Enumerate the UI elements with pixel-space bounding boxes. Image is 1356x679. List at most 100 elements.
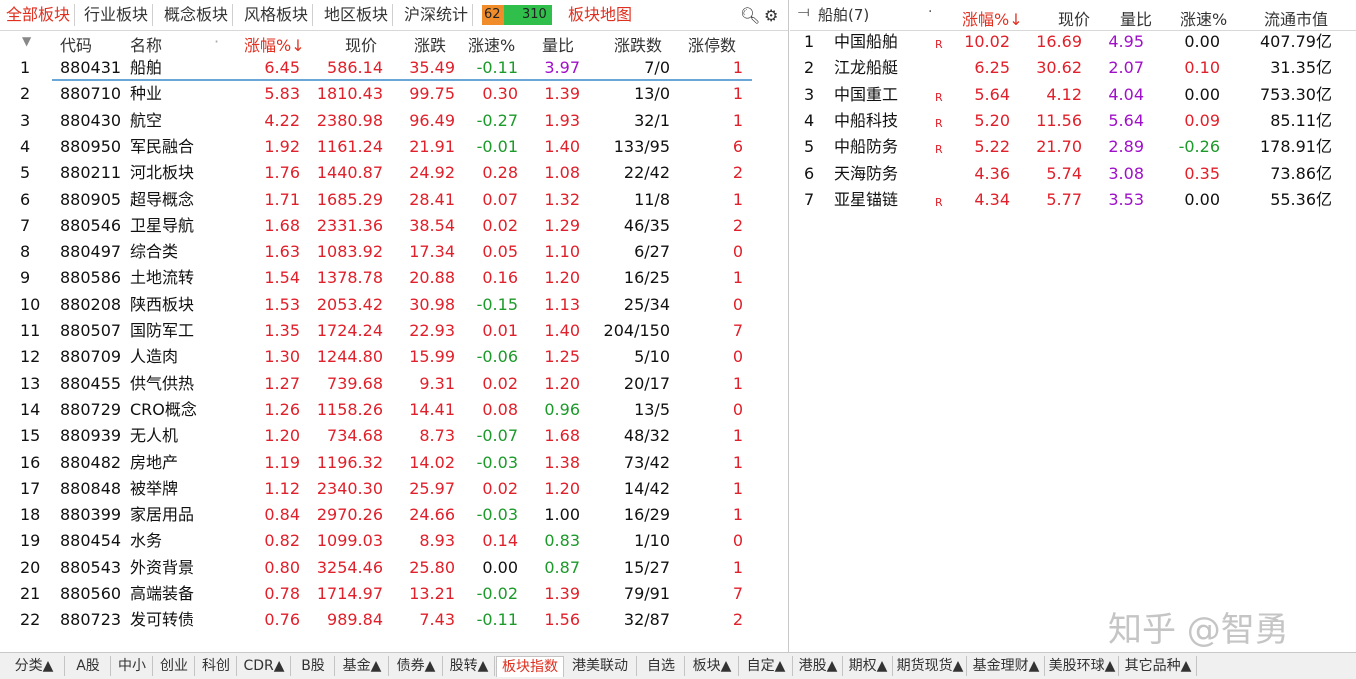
r-header-volume-ratio[interactable]: 量比 (1120, 6, 1152, 30)
sector-row[interactable]: 8 880497 综合类 1.63 1083.92 17.34 0.05 1.10 6/27 0 (0, 239, 788, 265)
bottom-tab[interactable]: 创业 (154, 656, 195, 676)
stock-volume-ratio: 2.89 (1108, 137, 1144, 157)
sector-row[interactable]: 13 880455 供气供热 1.27 739.68 9.31 0.02 1.20 20/17 1 (0, 371, 788, 397)
stock-price: 16.69 (1036, 32, 1082, 51)
bottom-tab[interactable]: 港美联动 (564, 656, 637, 676)
tab-region-sectors[interactable]: 地区板块 (320, 4, 394, 26)
header-change[interactable]: 涨跌 (414, 32, 446, 56)
bottom-tab[interactable]: 股转▲ (444, 656, 495, 676)
stock-row[interactable]: 1 中国船舶 R 10.02 16.69 4.95 0.00 407.79亿 (790, 29, 1356, 55)
r-header-float-cap[interactable]: 流通市值 (1264, 6, 1328, 30)
header-price[interactable]: 现价 (345, 32, 377, 56)
bottom-tab[interactable]: A股 (66, 656, 111, 676)
panel-divider[interactable] (788, 0, 789, 652)
sector-row[interactable]: 14 880729 CRO概念 1.26 1158.26 14.41 0.08 0.96 13/… (0, 397, 788, 423)
tab-style-sectors[interactable]: 风格板块 (240, 4, 314, 26)
sector-price: 989.84 (327, 610, 383, 630)
tab-industry-sectors[interactable]: 行业板块 (80, 4, 154, 26)
r-header-change-pct[interactable]: 涨幅%↓ (962, 6, 1023, 30)
gear-icon[interactable]: ⚙ (764, 6, 778, 25)
bottom-tab[interactable]: 科创 (196, 656, 237, 676)
stock-speed: 0.09 (1184, 110, 1220, 130)
stock-row[interactable]: 6 天海防务 4.36 5.74 3.08 0.35 73.86亿 (790, 161, 1356, 187)
r-header-price[interactable]: 现价 (1058, 6, 1090, 30)
header-change-pct[interactable]: 涨幅%↓ (244, 32, 305, 56)
sector-row[interactable]: 9 880586 土地流转 1.54 1378.78 20.88 0.16 1.20 16/25… (0, 265, 788, 291)
search-icon[interactable]: 🔍︎ (740, 6, 760, 25)
tab-market-stats[interactable]: 沪深统计 (400, 4, 474, 26)
sector-price: 1196.32 (316, 452, 383, 472)
sector-limit-up-count: 2 (732, 215, 743, 235)
sector-row[interactable]: 15 880939 无人机 1.20 734.68 8.73 -0.07 1.68 48/32 1 (0, 423, 788, 449)
sector-change: 14.41 (409, 399, 455, 419)
bottom-tab[interactable]: CDR▲ (238, 656, 291, 676)
header-code[interactable]: 代码 (60, 32, 92, 56)
sector-speed: 0.07 (482, 189, 518, 209)
bottom-tab[interactable]: 板块▲ (686, 656, 739, 676)
tab-all-sectors[interactable]: 全部板块 (2, 4, 76, 26)
sector-row[interactable]: 22 880723 发可转债 0.76 989.84 7.43 -0.11 1.56 32/87… (0, 607, 788, 633)
stock-row[interactable]: 7 亚星锚链 R 4.34 5.77 3.53 0.00 55.36亿 (790, 187, 1356, 213)
sector-row[interactable]: 12 880709 人造肉 1.30 1244.80 15.99 -0.06 1.25 5/10… (0, 344, 788, 370)
bottom-tab[interactable]: 期货现货▲ (894, 656, 967, 676)
bottom-tab[interactable]: 分类▲ (4, 656, 65, 676)
header-up-down-count[interactable]: 涨跌数 (614, 32, 662, 56)
bottom-tab[interactable]: 港股▲ (794, 656, 843, 676)
header-volume-ratio[interactable]: 量比 (542, 32, 574, 56)
sector-limit-up-count: 7 (732, 321, 743, 340)
bottom-tab[interactable]: 美股环球▲ (1046, 656, 1119, 676)
header-limit-up-count[interactable]: 涨停数 (688, 32, 736, 56)
sector-change: 14.02 (409, 452, 455, 472)
sector-row[interactable]: 4 880950 军民融合 1.92 1161.24 21.91 -0.01 1.40 133/… (0, 134, 788, 160)
bottom-tab[interactable]: 基金▲ (336, 656, 389, 676)
bottom-tab[interactable]: 板块指数 (496, 656, 564, 677)
stock-row[interactable]: 2 江龙船艇 6.25 30.62 2.07 0.10 31.35亿 (790, 55, 1356, 81)
sector-row[interactable]: 20 880543 外资背景 0.80 3254.46 25.80 0.00 0.87 15/2… (0, 555, 788, 581)
bottom-tab[interactable]: 其它品种▲ (1120, 656, 1197, 676)
sector-price: 2053.42 (316, 294, 383, 314)
sector-up-down-count: 13/0 (634, 84, 670, 104)
bottom-tab[interactable]: 自选 (638, 656, 685, 676)
header-name[interactable]: 名称 (130, 32, 162, 56)
sector-volume-ratio: 1.20 (544, 268, 580, 288)
sector-row[interactable]: 1 880431 船舶 6.45 586.14 35.49 -0.11 3.97 7/0 1 (0, 55, 788, 81)
sector-change-pct: 1.12 (264, 478, 300, 498)
sector-row[interactable]: 11 880507 国防军工 1.35 1724.24 22.93 0.01 1.40 204/… (0, 318, 788, 344)
sector-row[interactable]: 17 880848 被举牌 1.12 2340.30 25.97 0.02 1.20 14/42… (0, 476, 788, 502)
sector-change: 8.73 (419, 426, 455, 446)
sector-row[interactable]: 16 880482 房地产 1.19 1196.32 14.02 -0.03 1.38 73/4… (0, 450, 788, 476)
r-header-speed[interactable]: 涨速% (1180, 6, 1227, 30)
bottom-tab[interactable]: 中小 (112, 656, 153, 676)
sector-price: 586.14 (327, 58, 383, 77)
stock-speed: -0.26 (1178, 137, 1220, 157)
tab-sector-map[interactable]: 板块地图 (564, 4, 636, 26)
stock-price: 30.62 (1036, 58, 1082, 78)
header-speed[interactable]: 涨速% (468, 32, 515, 56)
margin-trading-tag: R (935, 143, 943, 157)
row-index: 13 (20, 373, 41, 393)
sector-row[interactable]: 7 880546 卫星导航 1.68 2331.36 38.54 0.02 1.29 46/35… (0, 213, 788, 239)
bottom-tab[interactable]: 自定▲ (740, 656, 793, 676)
sector-row[interactable]: 21 880560 高端装备 0.78 1714.97 13.21 -0.02 1.39 79/… (0, 581, 788, 607)
bottom-tab[interactable]: 期权▲ (844, 656, 893, 676)
bottom-tab[interactable]: 债券▲ (390, 656, 443, 676)
sector-change-pct: 1.54 (264, 268, 300, 288)
pin-icon[interactable]: ⟞ (798, 4, 810, 20)
tab-concept-sectors[interactable]: 概念板块 (160, 4, 234, 26)
stock-row[interactable]: 3 中国重工 R 5.64 4.12 4.04 0.00 753.30亿 (790, 82, 1356, 108)
sector-change-pct: 6.45 (264, 58, 300, 77)
bottom-tab[interactable]: 基金理财▲ (968, 656, 1045, 676)
sector-price: 1378.78 (316, 268, 383, 288)
sector-row[interactable]: 2 880710 种业 5.83 1810.43 99.75 0.30 1.39 13/0 1 (0, 81, 788, 107)
bottom-tab[interactable]: B股 (292, 656, 335, 676)
stock-row[interactable]: 4 中船科技 R 5.20 11.56 5.64 0.09 85.11亿 (790, 108, 1356, 134)
sector-row[interactable]: 6 880905 超导概念 1.71 1685.29 28.41 0.07 1.32 11/8 1 (0, 187, 788, 213)
sector-change: 15.99 (409, 347, 455, 367)
sector-row[interactable]: 3 880430 航空 4.22 2380.98 96.49 -0.27 1.93 32/1 1 (0, 108, 788, 134)
sector-row[interactable]: 5 880211 河北板块 1.76 1440.87 24.92 0.28 1.08 22/42… (0, 160, 788, 186)
sector-row[interactable]: 19 880454 水务 0.82 1099.03 8.93 0.14 0.83 1/10 0 (0, 528, 788, 554)
sector-row[interactable]: 10 880208 陕西板块 1.53 2053.42 30.98 -0.15 1.13 25/… (0, 292, 788, 318)
sector-row[interactable]: 18 880399 家居用品 0.84 2970.26 24.66 -0.03 1.00 16/… (0, 502, 788, 528)
column-menu-icon[interactable]: ▼ (22, 34, 31, 48)
stock-row[interactable]: 5 中船防务 R 5.22 21.70 2.89 -0.26 178.91亿 (790, 134, 1356, 160)
